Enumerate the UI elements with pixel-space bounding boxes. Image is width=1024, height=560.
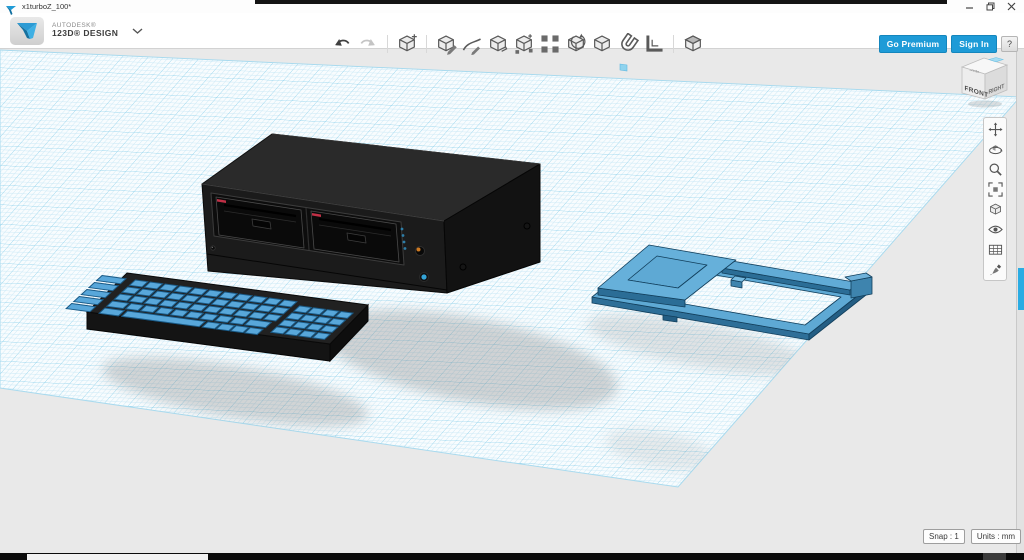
grid-settings-button[interactable] bbox=[987, 241, 1003, 257]
material-brush-button[interactable] bbox=[987, 261, 1003, 277]
appbar: AUTODESK® 123D® DESIGN bbox=[0, 13, 1024, 49]
modify-tool-button[interactable] bbox=[486, 31, 510, 57]
undo-button[interactable] bbox=[330, 31, 354, 57]
visual-style-button[interactable] bbox=[987, 201, 1003, 217]
top-black-strip bbox=[255, 0, 947, 4]
close-button[interactable] bbox=[1005, 1, 1018, 12]
pan-tool-button[interactable] bbox=[987, 121, 1003, 137]
scrollbar-thumb[interactable] bbox=[1018, 268, 1024, 310]
minimize-button[interactable] bbox=[963, 1, 976, 12]
status-bar: Snap : 1 Units : mm bbox=[923, 529, 1021, 544]
app-window: x1turboZ_100* AUTODESK® 123D® DESIGN bbox=[0, 0, 1024, 560]
measure-tool-button[interactable] bbox=[616, 31, 640, 57]
zoom-tool-button[interactable] bbox=[987, 161, 1003, 177]
distant-marker[interactable] bbox=[620, 64, 627, 71]
sketch-tool-button[interactable] bbox=[434, 31, 458, 57]
primitives-tool-button[interactable] bbox=[395, 31, 419, 57]
toolbar-separator bbox=[426, 35, 427, 53]
ruler-tool-button[interactable] bbox=[642, 31, 666, 57]
toolbar-separator bbox=[387, 35, 388, 53]
power-button bbox=[416, 247, 425, 256]
scene-canvas[interactable]: FRONT RIGHT TOP bbox=[0, 48, 1024, 553]
taskbar-strip bbox=[0, 553, 1024, 560]
help-button[interactable]: ? bbox=[1001, 36, 1018, 52]
snap-tool-button[interactable] bbox=[590, 31, 614, 57]
main-toolbar bbox=[330, 26, 705, 61]
snap-setting[interactable]: Snap : 1 bbox=[923, 529, 965, 544]
vertical-scrollbar[interactable] bbox=[1016, 48, 1024, 553]
sign-in-button[interactable]: Sign In bbox=[951, 35, 997, 53]
orbit-tool-button[interactable] bbox=[987, 141, 1003, 157]
redo-button[interactable] bbox=[356, 31, 380, 57]
construct-tool-button[interactable] bbox=[460, 31, 484, 57]
chevron-down-icon[interactable] bbox=[132, 22, 143, 40]
pattern-tool-button[interactable] bbox=[512, 31, 536, 57]
go-premium-button[interactable]: Go Premium bbox=[879, 35, 948, 53]
material-tool-button[interactable] bbox=[681, 31, 705, 57]
case-logo bbox=[421, 274, 426, 279]
fit-tool-button[interactable] bbox=[987, 181, 1003, 197]
computer-case-model[interactable] bbox=[202, 134, 540, 293]
brand-product: 123D® DESIGN bbox=[52, 29, 118, 38]
restore-button[interactable] bbox=[984, 1, 997, 12]
view-navbar bbox=[983, 117, 1007, 281]
visibility-button[interactable] bbox=[987, 221, 1003, 237]
combine-tool-button[interactable] bbox=[564, 31, 588, 57]
viewport[interactable]: FRONT RIGHT TOP bbox=[0, 48, 1024, 553]
taskbar-gray-segment bbox=[983, 553, 1006, 560]
account-area: Go Premium Sign In ? bbox=[879, 26, 1018, 61]
window-title: x1turboZ_100* bbox=[22, 2, 71, 11]
brand-logo-icon bbox=[10, 17, 44, 45]
app-logo-icon bbox=[6, 2, 16, 20]
brand[interactable]: AUTODESK® 123D® DESIGN bbox=[10, 17, 143, 45]
toolbar-separator bbox=[673, 35, 674, 53]
grouping-tool-button[interactable] bbox=[538, 31, 562, 57]
taskbar-light-segment bbox=[27, 554, 208, 560]
window-controls bbox=[963, 1, 1018, 12]
units-setting[interactable]: Units : mm bbox=[971, 529, 1021, 544]
